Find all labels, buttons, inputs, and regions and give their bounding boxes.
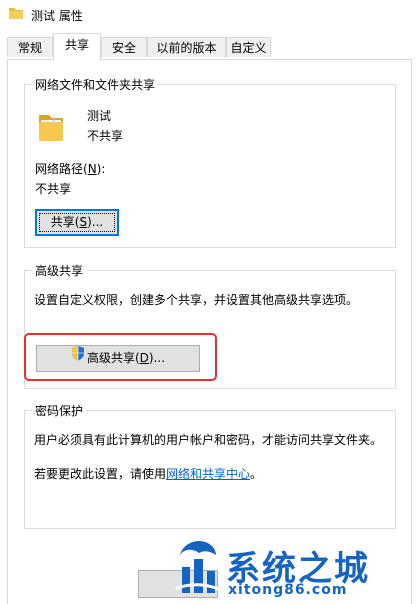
folder-icon	[8, 5, 24, 24]
network-path-label: 网络路径(N):	[35, 160, 105, 177]
network-path-label-prefix: 网络路径(	[35, 162, 88, 176]
network-path-label-suffix: ):	[96, 162, 106, 176]
watermark-url: xitong86.com	[228, 582, 348, 598]
advanced-sharing-group-title: 高级共享	[32, 262, 87, 279]
password-change-hint: 若要更改此设置，请使用网络和共享中心。	[34, 465, 262, 482]
share-button-label: 共享(S)...	[51, 215, 103, 229]
share-button-suffix: )...	[87, 215, 104, 229]
share-button-prefix: 共享(	[50, 215, 80, 229]
watermark: 系统之城 xitong86.com	[170, 535, 420, 604]
network-path-value: 不共享	[35, 182, 72, 196]
share-button-accesskey: S	[79, 215, 88, 229]
tab-sharing[interactable]: 共享	[53, 33, 101, 61]
network-sharing-center-link[interactable]: 网络和共享中心	[166, 467, 250, 481]
title-bar[interactable]: 测试 属性	[0, 0, 420, 30]
network-sharing-group-title: 网络文件和文件夹共享	[32, 76, 159, 93]
tab-general[interactable]: 常规	[7, 37, 53, 57]
window-title: 测试 属性	[31, 9, 83, 23]
watermark-logo-icon	[174, 537, 224, 602]
network-sharing-group: 网络文件和文件夹共享 测试 不共享 网络路径(N): 不共享 共享(S)...	[24, 76, 396, 248]
password-change-prefix: 若要更改此设置，请使用	[34, 467, 167, 481]
tab-strip: 常规 共享 安全 以前的版本 自定义	[0, 30, 420, 61]
panel-border-right	[411, 59, 412, 604]
password-change-suffix: 。	[250, 467, 263, 481]
network-path-accesskey: N	[87, 162, 97, 176]
share-button[interactable]: 共享(S)...	[35, 209, 119, 236]
tab-previous-versions[interactable]: 以前的版本	[147, 37, 226, 57]
advanced-sharing-description: 设置自定义权限，创建多个共享，并设置其他高级共享选项。	[34, 293, 359, 307]
tab-customize[interactable]: 自定义	[226, 37, 271, 57]
tab-security[interactable]: 安全	[101, 37, 147, 57]
folder-share-status: 不共享	[87, 129, 124, 143]
folder-name: 测试	[87, 109, 112, 123]
panel-border-left	[7, 59, 8, 604]
password-protection-group-title: 密码保护	[32, 402, 87, 419]
password-protection-group: 密码保护 用户必须具有此计算机的用户帐户和密码，才能访问共享文件夹。 若要更改此…	[24, 402, 396, 529]
shared-folder-icon	[37, 111, 65, 146]
highlight-box	[24, 333, 217, 381]
password-protection-description: 用户必须具有此计算机的用户帐户和密码，才能访问共享文件夹。	[34, 433, 383, 447]
